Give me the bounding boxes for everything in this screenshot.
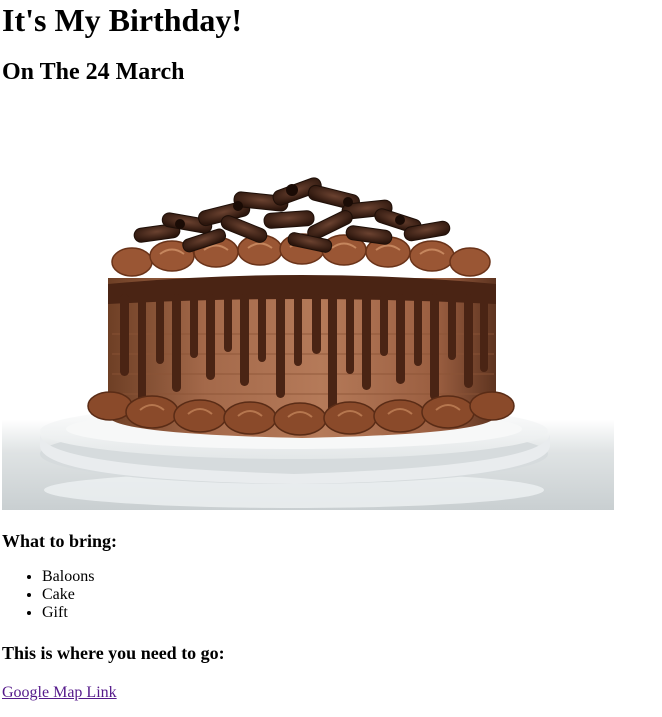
bring-list: Baloons Cake Gift: [2, 568, 660, 622]
bring-heading: What to bring:: [2, 531, 118, 551]
list-item: Cake: [42, 586, 660, 604]
cake-image: [2, 98, 614, 510]
list-item: Baloons: [42, 568, 660, 586]
page-title: It's My Birthday!: [2, 2, 242, 38]
location-heading: This is where you need to go:: [2, 643, 225, 663]
google-map-link[interactable]: Google Map Link: [2, 684, 117, 702]
list-item: Gift: [42, 604, 660, 622]
date-heading: On The 24 March: [2, 59, 185, 85]
